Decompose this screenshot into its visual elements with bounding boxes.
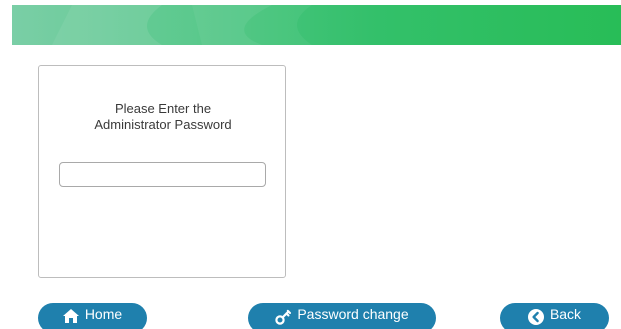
prompt-line-2: Administrator Password: [94, 117, 232, 132]
back-button-label: Back: [549, 306, 582, 322]
banner-decoration: [12, 5, 312, 45]
password-change-button-label: Password change: [297, 306, 409, 322]
password-prompt: Please Enter the Administrator Password: [39, 101, 287, 133]
password-change-button[interactable]: Password change: [248, 303, 436, 329]
home-button-label: Home: [84, 306, 123, 322]
home-icon: [62, 305, 79, 329]
back-arrow-icon: [527, 305, 544, 329]
prompt-line-1: Please Enter the: [114, 101, 212, 116]
admin-password-input[interactable]: [59, 162, 266, 187]
header-banner: [12, 5, 621, 45]
home-button[interactable]: Home: [38, 303, 147, 329]
key-icon: [275, 305, 292, 329]
admin-password-screen: Please Enter the Administrator Password …: [0, 0, 621, 329]
back-button[interactable]: Back: [500, 303, 609, 329]
password-panel: Please Enter the Administrator Password: [38, 65, 286, 278]
